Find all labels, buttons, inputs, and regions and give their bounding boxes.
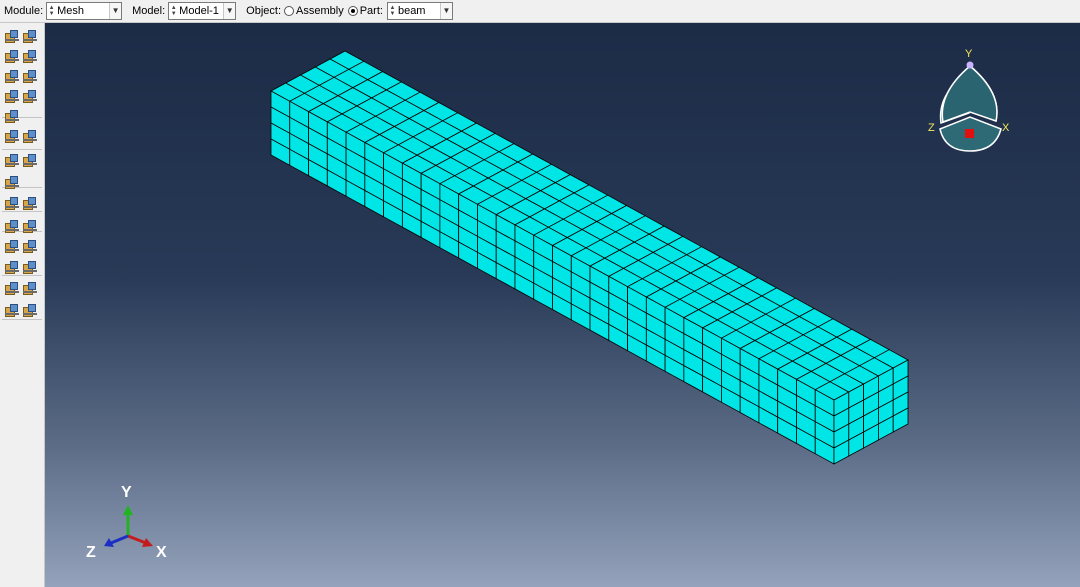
- assign-element-type-icon[interactable]: [22, 69, 38, 85]
- triad-y-label: Y: [121, 484, 132, 501]
- part-radio[interactable]: Part:: [347, 5, 383, 17]
- triad-x-label: X: [156, 544, 167, 561]
- viewcube-x-label: X: [1002, 122, 1010, 134]
- triad-z-label: Z: [86, 544, 96, 561]
- toolbox-separator: [2, 319, 42, 320]
- edit-mesh-node-icon[interactable]: [22, 196, 38, 212]
- verify-mesh-icon[interactable]: [22, 89, 38, 105]
- part-label: Part:: [359, 5, 383, 17]
- datum-axis-icon[interactable]: [4, 260, 20, 276]
- spin-icon: ▲ ▼: [170, 5, 177, 17]
- partition-edge-icon[interactable]: [4, 129, 20, 145]
- part-select[interactable]: ▲ ▼ beam ▼: [386, 2, 453, 20]
- seed-edge-icon[interactable]: [22, 29, 38, 45]
- delete-seeds-icon[interactable]: [22, 49, 38, 65]
- radio-checked-icon: [347, 6, 358, 16]
- datum-plane-icon[interactable]: [4, 175, 20, 191]
- model-select[interactable]: ▲ ▼ Model-1 ▼: [168, 2, 237, 20]
- model-value: Model-1: [179, 5, 219, 17]
- viewcube-z-label: Z: [928, 122, 935, 134]
- module-select[interactable]: ▲ ▼ Mesh ▼: [46, 2, 123, 20]
- create-datum-icon[interactable]: [22, 153, 38, 169]
- datum-csys-icon[interactable]: [22, 260, 38, 276]
- assembly-label: Assembly: [296, 5, 344, 17]
- delete-mesh-icon[interactable]: [22, 219, 38, 235]
- part-value: beam: [397, 5, 426, 17]
- seed-part-icon[interactable]: [4, 29, 20, 45]
- sweep-icon[interactable]: [4, 303, 20, 319]
- beam-mesh: [270, 50, 909, 465]
- triad-z-axis: [110, 534, 129, 545]
- triad-y-arrow-icon: [123, 505, 133, 515]
- viewcube-y-label: Y: [965, 48, 973, 60]
- view-cube[interactable]: Y Z X: [928, 48, 1010, 152]
- chevron-down-icon[interactable]: ▼: [109, 3, 122, 19]
- create-csys-icon[interactable]: [22, 239, 38, 255]
- edit-element-icon[interactable]: [4, 239, 20, 255]
- chevron-down-icon[interactable]: ▼: [223, 3, 236, 19]
- assembly-radio[interactable]: Assembly: [284, 5, 344, 17]
- settings-icon[interactable]: [22, 303, 38, 319]
- module-toolbox: [0, 23, 45, 587]
- edit-mesh-icon[interactable]: [4, 196, 20, 212]
- viewcube-top-face[interactable]: [941, 65, 998, 124]
- mesh-part-icon[interactable]: [4, 89, 20, 105]
- mesh-scene: Y Z X Y X Z: [86, 48, 1010, 561]
- object-label: Object:: [246, 5, 282, 17]
- viewcube-origin-icon: [965, 129, 974, 138]
- graphics-viewport[interactable]: Y Z X Y X Z: [45, 23, 1080, 587]
- axis-triad: Y X Z: [86, 484, 167, 561]
- virtual-topology-icon[interactable]: [4, 153, 20, 169]
- select-region-icon[interactable]: [4, 219, 20, 235]
- spin-icon: ▲ ▼: [389, 5, 396, 17]
- partition-cell-icon[interactable]: [4, 109, 20, 125]
- assign-stack-icon[interactable]: [4, 281, 20, 297]
- mesh-region-icon[interactable]: [22, 281, 38, 297]
- context-toolbar: Module: ▲ ▼ Mesh ▼ Model: ▲ ▼ Model-1 ▼ Ob…: [0, 0, 1080, 23]
- query-icon[interactable]: [22, 129, 38, 145]
- chevron-down-icon[interactable]: ▼: [439, 3, 452, 19]
- seed-by-number-icon[interactable]: [4, 49, 20, 65]
- assign-mesh-controls-icon[interactable]: [4, 69, 20, 85]
- module-label: Module:: [4, 5, 44, 17]
- module-value: Mesh: [57, 5, 85, 17]
- radio-icon: [284, 6, 295, 16]
- triad-x-axis: [127, 534, 147, 545]
- toolbox-separator: [2, 149, 42, 150]
- model-label: Model:: [132, 5, 166, 17]
- viewcube-apex-icon: [966, 61, 974, 69]
- spin-icon: ▲ ▼: [48, 5, 55, 17]
